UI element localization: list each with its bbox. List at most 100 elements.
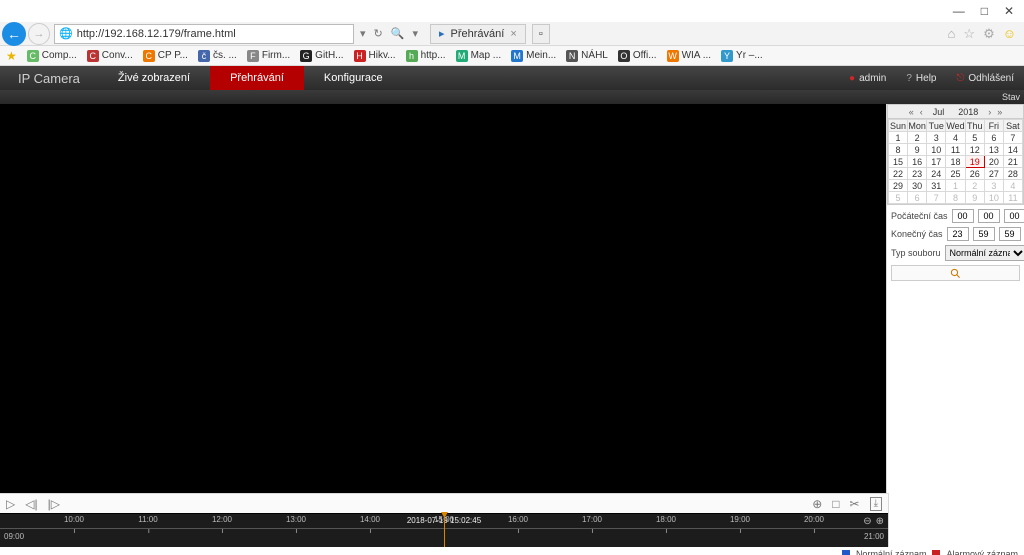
start-hh[interactable] (952, 209, 974, 223)
calendar-day[interactable]: 9 (965, 192, 984, 204)
calendar-day[interactable]: 21 (1003, 156, 1022, 168)
help-link[interactable]: ?Help (896, 73, 946, 84)
nav-configuration[interactable]: Konfigurace (304, 66, 403, 90)
forward-button[interactable]: → (28, 23, 50, 45)
nav-playback[interactable]: Přehrávání (210, 66, 304, 90)
add-favorite-icon[interactable]: ★ (6, 49, 17, 63)
new-tab-button[interactable]: ▫ (532, 24, 550, 44)
timeline-zoom-out[interactable]: ⊖ (863, 516, 871, 527)
calendar-day[interactable]: 22 (889, 168, 908, 180)
tools-icon[interactable]: ⚙ (983, 26, 995, 42)
search-dropdown-icon[interactable]: ▾ (412, 27, 418, 40)
calendar-day[interactable]: 7 (927, 192, 946, 204)
user-admin[interactable]: ●admin (839, 73, 896, 84)
calendar-day[interactable]: 1 (946, 180, 965, 192)
calendar-day[interactable]: 4 (946, 132, 965, 144)
cal-prev-year[interactable]: « (907, 107, 916, 117)
logout-link[interactable]: ⎋Odhlášení (946, 73, 1024, 84)
calendar-day[interactable]: 17 (927, 156, 946, 168)
calendar-day[interactable]: 20 (984, 156, 1003, 168)
playback-timeline[interactable]: 2018-07-19 15:02:45 ⊖ ⊕ 10:0011:0012:001… (0, 513, 888, 547)
timeline-playhead[interactable] (444, 514, 445, 547)
download-button[interactable]: ⤓ (870, 497, 882, 511)
calendar-day[interactable]: 3 (927, 132, 946, 144)
calendar-day[interactable]: 4 (1003, 180, 1022, 192)
calendar-day[interactable]: 25 (946, 168, 965, 180)
refresh-icon[interactable]: ↻ (374, 27, 383, 40)
zoom-tool-button[interactable]: ⊕ (812, 497, 822, 511)
calendar-day[interactable]: 16 (908, 156, 927, 168)
favorite-link[interactable]: NNÁHL (566, 50, 608, 62)
timeline-zoom-in[interactable]: ⊕ (876, 516, 884, 527)
calendar-day[interactable]: 2 (908, 132, 927, 144)
search-icon[interactable]: 🔍 (391, 27, 405, 40)
calendar-day[interactable]: 11 (1003, 192, 1022, 204)
calendar-day[interactable]: 6 (908, 192, 927, 204)
calendar-day[interactable]: 29 (889, 180, 908, 192)
calendar-day[interactable]: 18 (946, 156, 965, 168)
dropdown-icon[interactable]: ▾ (360, 27, 366, 40)
start-ss[interactable] (1004, 209, 1024, 223)
calendar-day[interactable]: 31 (927, 180, 946, 192)
end-ss[interactable] (999, 227, 1021, 241)
calendar-day[interactable]: 11 (946, 144, 965, 156)
feedback-icon[interactable]: ☺ (1003, 26, 1016, 42)
calendar-day[interactable]: 12 (965, 144, 984, 156)
favorite-link[interactable]: ččs. ... (198, 50, 237, 62)
calendar-day[interactable]: 10 (927, 144, 946, 156)
favorite-link[interactable]: hhttp... (406, 50, 446, 62)
calendar-day[interactable]: 6 (984, 132, 1003, 144)
url-input[interactable]: 🌐 http://192.168.12.179/frame.html (54, 24, 354, 44)
calendar-day[interactable]: 19 (965, 156, 984, 168)
calendar-day[interactable]: 26 (965, 168, 984, 180)
calendar-day[interactable]: 1 (889, 132, 908, 144)
calendar-day[interactable]: 13 (984, 144, 1003, 156)
snapshot-button[interactable]: □ (832, 497, 839, 511)
calendar-day[interactable]: 15 (889, 156, 908, 168)
calendar-day[interactable]: 2 (965, 180, 984, 192)
browser-tab[interactable]: ▸ Přehrávání × (430, 24, 526, 44)
back-button[interactable]: ← (2, 22, 26, 46)
nav-live-view[interactable]: Živé zobrazení (98, 66, 210, 90)
calendar-day[interactable]: 9 (908, 144, 927, 156)
cal-prev-month[interactable]: ‹ (918, 107, 925, 117)
end-mm[interactable] (973, 227, 995, 241)
maximize-button[interactable]: □ (981, 4, 988, 18)
favorite-link[interactable]: OOffi... (618, 50, 657, 62)
file-type-select[interactable]: Normální zázna (945, 245, 1024, 261)
calendar-day[interactable]: 24 (927, 168, 946, 180)
calendar-day[interactable]: 5 (889, 192, 908, 204)
step-forward-button[interactable]: |▷ (48, 497, 60, 511)
calendar-day[interactable]: 14 (1003, 144, 1022, 156)
favorite-link[interactable]: GGitH... (300, 50, 343, 62)
calendar-day[interactable]: 28 (1003, 168, 1022, 180)
favorite-link[interactable]: WWIA ... (667, 50, 711, 62)
calendar-day[interactable]: 5 (965, 132, 984, 144)
playback-search-button[interactable] (891, 265, 1020, 281)
calendar-day[interactable]: 10 (984, 192, 1003, 204)
favorite-link[interactable]: MMap ... (456, 50, 502, 62)
favorites-icon[interactable]: ☆ (963, 26, 975, 42)
calendar-day[interactable]: 8 (889, 144, 908, 156)
favorite-link[interactable]: CConv... (87, 50, 133, 62)
play-button[interactable]: ▷ (6, 497, 15, 511)
cal-next-month[interactable]: › (986, 107, 993, 117)
favorite-link[interactable]: HHikv... (354, 50, 396, 62)
calendar-day[interactable]: 7 (1003, 132, 1022, 144)
calendar-day[interactable]: 27 (984, 168, 1003, 180)
video-playback-pane[interactable] (0, 104, 886, 493)
favorite-link[interactable]: CComp... (27, 50, 77, 62)
close-button[interactable]: ✕ (1004, 4, 1014, 18)
favorite-link[interactable]: CCP P... (143, 50, 188, 62)
tab-close-icon[interactable]: × (510, 28, 516, 40)
minimize-button[interactable]: — (953, 4, 965, 18)
clip-button[interactable]: ✂ (850, 497, 860, 511)
calendar-day[interactable]: 23 (908, 168, 927, 180)
favorite-link[interactable]: FFirm... (247, 50, 290, 62)
favorite-link[interactable]: MMein... (511, 50, 556, 62)
end-hh[interactable] (947, 227, 969, 241)
calendar-day[interactable]: 3 (984, 180, 1003, 192)
calendar-day[interactable]: 8 (946, 192, 965, 204)
cal-next-year[interactable]: » (995, 107, 1004, 117)
start-mm[interactable] (978, 209, 1000, 223)
